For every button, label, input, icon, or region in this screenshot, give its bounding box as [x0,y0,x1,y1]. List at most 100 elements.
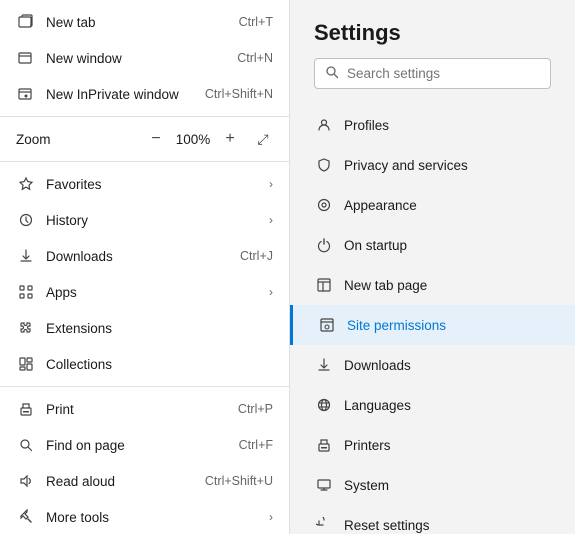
appearance-label: Appearance [344,198,417,213]
nav-item-startup[interactable]: On startup [290,225,575,265]
zoom-row: Zoom − 100% + ⤢ [0,121,289,157]
history-icon [16,210,36,230]
menu-item-favorites[interactable]: Favorites › [0,166,289,202]
nav-item-appearance[interactable]: Appearance [290,185,575,225]
settings-title: Settings [314,20,551,46]
system-icon [314,475,334,495]
read-aloud-shortcut: Ctrl+Shift+U [205,474,273,488]
menu-item-downloads[interactable]: Downloads Ctrl+J [0,238,289,274]
zoom-label: Zoom [16,132,66,147]
new-tab-label: New tab [46,15,239,30]
nav-item-site-permissions[interactable]: Site permissions [290,305,575,345]
extensions-icon [16,318,36,338]
privacy-label: Privacy and services [344,158,468,173]
find-label: Find on page [46,438,239,453]
new-inprivate-shortcut: Ctrl+Shift+N [205,87,273,101]
menu-item-read-aloud[interactable]: Read aloud Ctrl+Shift+U [0,463,289,499]
nav-item-new-tab-page[interactable]: New tab page [290,265,575,305]
history-chevron: › [269,213,273,227]
more-tools-label: More tools [46,510,269,525]
menu-item-find[interactable]: Find on page Ctrl+F [0,427,289,463]
privacy-icon [314,155,334,175]
zoom-increase-button[interactable]: + [219,128,241,150]
read-aloud-label: Read aloud [46,474,205,489]
find-icon [16,435,36,455]
new-tab-page-icon [314,275,334,295]
printers-label: Printers [344,438,391,453]
more-tools-icon [16,507,36,527]
languages-icon [314,395,334,415]
profiles-icon [314,115,334,135]
reset-label: Reset settings [344,518,430,533]
divider-2 [0,161,289,162]
appearance-icon [314,195,334,215]
history-label: History [46,213,269,228]
collections-icon [16,354,36,374]
context-menu: New tab Ctrl+T New window Ctrl+N New InP… [0,0,290,534]
site-permissions-icon [317,315,337,335]
divider-3 [0,386,289,387]
collections-label: Collections [46,357,273,372]
search-icon [325,65,339,82]
read-aloud-icon [16,471,36,491]
settings-panel: Settings Profiles Privacy and services [290,0,575,534]
nav-item-printers[interactable]: Printers [290,425,575,465]
nav-item-privacy[interactable]: Privacy and services [290,145,575,185]
print-label: Print [46,402,238,417]
menu-item-new-window[interactable]: New window Ctrl+N [0,40,289,76]
printers-icon [314,435,334,455]
profiles-label: Profiles [344,118,389,133]
menu-item-more-tools[interactable]: More tools › [0,499,289,534]
system-label: System [344,478,389,493]
languages-label: Languages [344,398,411,413]
print-shortcut: Ctrl+P [238,402,273,416]
search-box[interactable] [314,58,551,89]
nav-item-languages[interactable]: Languages [290,385,575,425]
favorites-label: Favorites [46,177,269,192]
menu-item-collections[interactable]: Collections [0,346,289,382]
search-input[interactable] [347,66,540,81]
new-tab-shortcut: Ctrl+T [239,15,273,29]
menu-item-print[interactable]: Print Ctrl+P [0,391,289,427]
reset-icon [314,515,334,534]
new-window-icon [16,48,36,68]
menu-item-new-tab[interactable]: New tab Ctrl+T [0,4,289,40]
new-tab-page-label: New tab page [344,278,427,293]
startup-label: On startup [344,238,407,253]
new-window-shortcut: Ctrl+N [237,51,273,65]
extensions-label: Extensions [46,321,273,336]
menu-item-extensions[interactable]: Extensions [0,310,289,346]
nav-item-profiles[interactable]: Profiles [290,105,575,145]
downloads-icon [16,246,36,266]
zoom-value: 100% [173,132,213,147]
new-inprivate-label: New InPrivate window [46,87,205,102]
nav-item-reset[interactable]: Reset settings [290,505,575,534]
zoom-controls: − 100% + ⤢ [145,128,273,150]
zoom-decrease-button[interactable]: − [145,128,167,150]
menu-item-apps[interactable]: Apps › [0,274,289,310]
new-tab-icon [16,12,36,32]
menu-item-history[interactable]: History › [0,202,289,238]
site-permissions-label: Site permissions [347,318,446,333]
more-tools-chevron: › [269,510,273,524]
nav-downloads-icon [314,355,334,375]
menu-item-new-inprivate[interactable]: New InPrivate window Ctrl+Shift+N [0,76,289,112]
new-window-label: New window [46,51,237,66]
nav-item-system[interactable]: System [290,465,575,505]
print-icon [16,399,36,419]
divider-1 [0,116,289,117]
downloads-shortcut: Ctrl+J [240,249,273,263]
find-shortcut: Ctrl+F [239,438,273,452]
settings-header: Settings [290,0,575,101]
favorites-icon [16,174,36,194]
favorites-chevron: › [269,177,273,191]
nav-item-downloads[interactable]: Downloads [290,345,575,385]
apps-label: Apps [46,285,269,300]
downloads-label: Downloads [46,249,240,264]
apps-chevron: › [269,285,273,299]
startup-icon [314,235,334,255]
zoom-expand-icon[interactable]: ⤢ [253,129,273,149]
inprivate-icon [16,84,36,104]
settings-nav: Profiles Privacy and services Appearance… [290,101,575,534]
apps-icon [16,282,36,302]
